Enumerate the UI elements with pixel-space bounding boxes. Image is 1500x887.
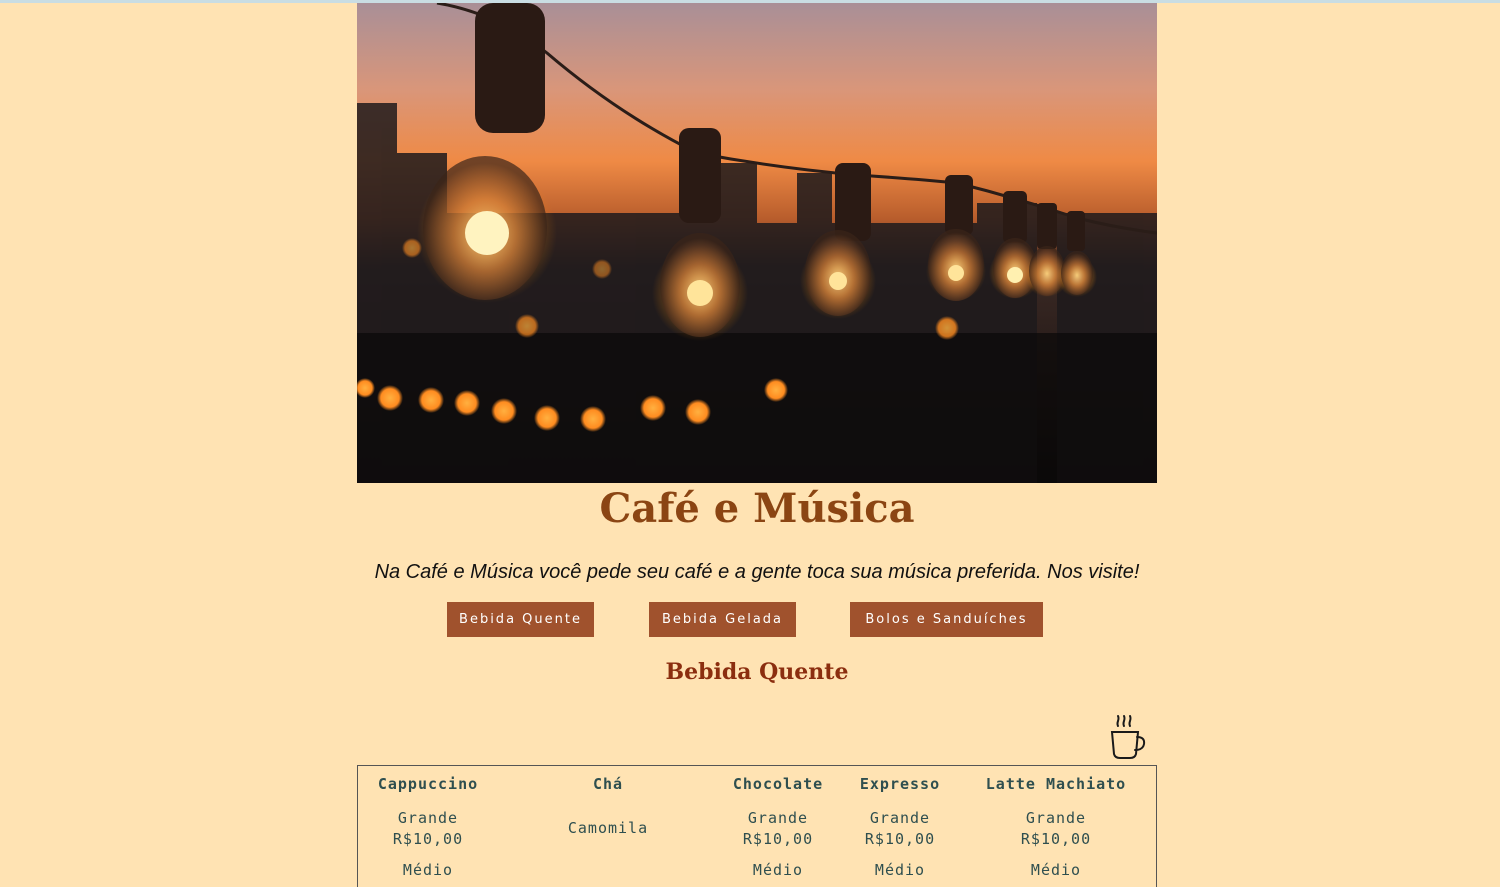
menu-column-cha: Chá Camomila bbox=[518, 766, 698, 887]
size-label: Médio bbox=[752, 861, 804, 879]
page-title: Café e Música bbox=[599, 485, 915, 532]
page-tagline: Na Café e Música você pede seu café e a … bbox=[374, 561, 1140, 583]
section-heading: Bebida Quente bbox=[665, 659, 849, 685]
price-label: R$10,00 bbox=[864, 830, 936, 848]
menu-item-name: Expresso bbox=[859, 775, 941, 793]
menu-column-expresso: Expresso Grande R$10,00 Médio bbox=[840, 766, 960, 887]
size-label: Grande bbox=[747, 809, 809, 827]
price-label: R$10,00 bbox=[1020, 830, 1092, 848]
hero-image bbox=[357, 3, 1157, 483]
price-label: R$10,00 bbox=[392, 830, 464, 848]
size-label: Grande bbox=[869, 809, 931, 827]
size-label: Grande bbox=[397, 809, 459, 827]
menu-subitem: Camomila bbox=[567, 819, 649, 837]
category-nav: Bebida Quente Bebida Gelada Bolos e Sand… bbox=[0, 602, 1500, 637]
menu-item-name: Chocolate bbox=[732, 775, 824, 793]
bebida-quente-button[interactable]: Bebida Quente bbox=[447, 602, 594, 637]
size-label: Médio bbox=[402, 861, 454, 879]
menu-column-latte-machiato: Latte Machiato Grande R$10,00 Médio bbox=[976, 766, 1136, 887]
menu-item-name: Latte Machiato bbox=[985, 775, 1127, 793]
coffee-cup-icon bbox=[1110, 715, 1146, 759]
size-label: Médio bbox=[874, 861, 926, 879]
menu-item-name: Chá bbox=[592, 775, 624, 793]
bolos-e-sanduiches-button[interactable]: Bolos e Sanduíches bbox=[850, 602, 1043, 637]
menu-table: Cappuccino Grande R$10,00 Médio Chá Camo… bbox=[357, 765, 1157, 887]
menu-column-chocolate: Chocolate Grande R$10,00 Médio bbox=[718, 766, 838, 887]
menu-item-name: Cappuccino bbox=[377, 775, 479, 793]
size-label: Médio bbox=[1030, 861, 1082, 879]
menu-column-cappuccino: Cappuccino Grande R$10,00 Médio bbox=[358, 766, 498, 887]
size-label: Grande bbox=[1025, 809, 1087, 827]
bebida-gelada-button[interactable]: Bebida Gelada bbox=[649, 602, 796, 637]
price-label: R$10,00 bbox=[742, 830, 814, 848]
